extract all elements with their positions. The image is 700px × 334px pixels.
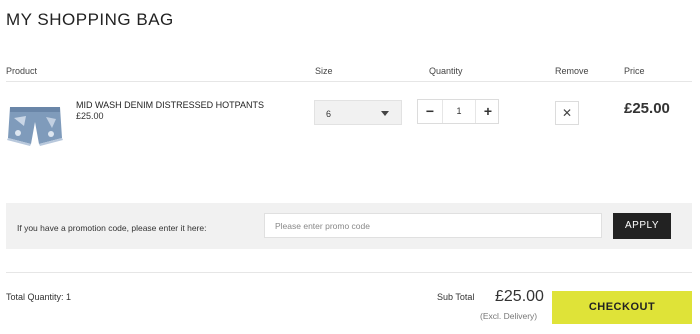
delivery-note: (Excl. Delivery) [480, 311, 538, 321]
line-price: £25.00 [624, 100, 670, 117]
increase-quantity-button[interactable]: + [476, 100, 500, 123]
remove-item-button[interactable]: ✕ [555, 101, 579, 125]
header-divider [6, 81, 692, 82]
close-icon: ✕ [561, 106, 573, 120]
product-unit-price: £25.00 [76, 111, 104, 121]
page-title: MY SHOPPING BAG [6, 10, 174, 29]
column-header-product: Product [6, 66, 38, 76]
size-selected-value: 6 [326, 109, 332, 119]
apply-promo-button[interactable]: APPLY [613, 213, 671, 239]
chevron-down-icon [381, 111, 389, 116]
product-thumbnail[interactable] [6, 104, 64, 146]
decrease-quantity-button[interactable]: − [418, 100, 442, 123]
promo-code-input[interactable] [264, 213, 602, 238]
size-select[interactable]: 6 [314, 100, 402, 125]
subtotal-value: £25.00 [495, 288, 544, 305]
column-header-size: Size [315, 66, 333, 76]
checkout-button[interactable]: CHECKOUT [552, 291, 692, 324]
subtotal-label: Sub Total [437, 292, 475, 302]
promo-code-bar: If you have a promotion code, please ent… [6, 203, 692, 249]
quantity-stepper: − 1 + [417, 99, 499, 124]
quantity-value[interactable]: 1 [442, 100, 476, 123]
product-name[interactable]: MID WASH DENIM DISTRESSED HOTPANTS [76, 100, 264, 110]
promo-code-label: If you have a promotion code, please ent… [17, 223, 207, 233]
summary-divider [6, 272, 692, 273]
column-header-price: Price [624, 66, 645, 76]
column-header-quantity: Quantity [429, 66, 463, 76]
total-quantity: Total Quantity: 1 [6, 292, 72, 302]
column-header-remove: Remove [555, 66, 589, 76]
